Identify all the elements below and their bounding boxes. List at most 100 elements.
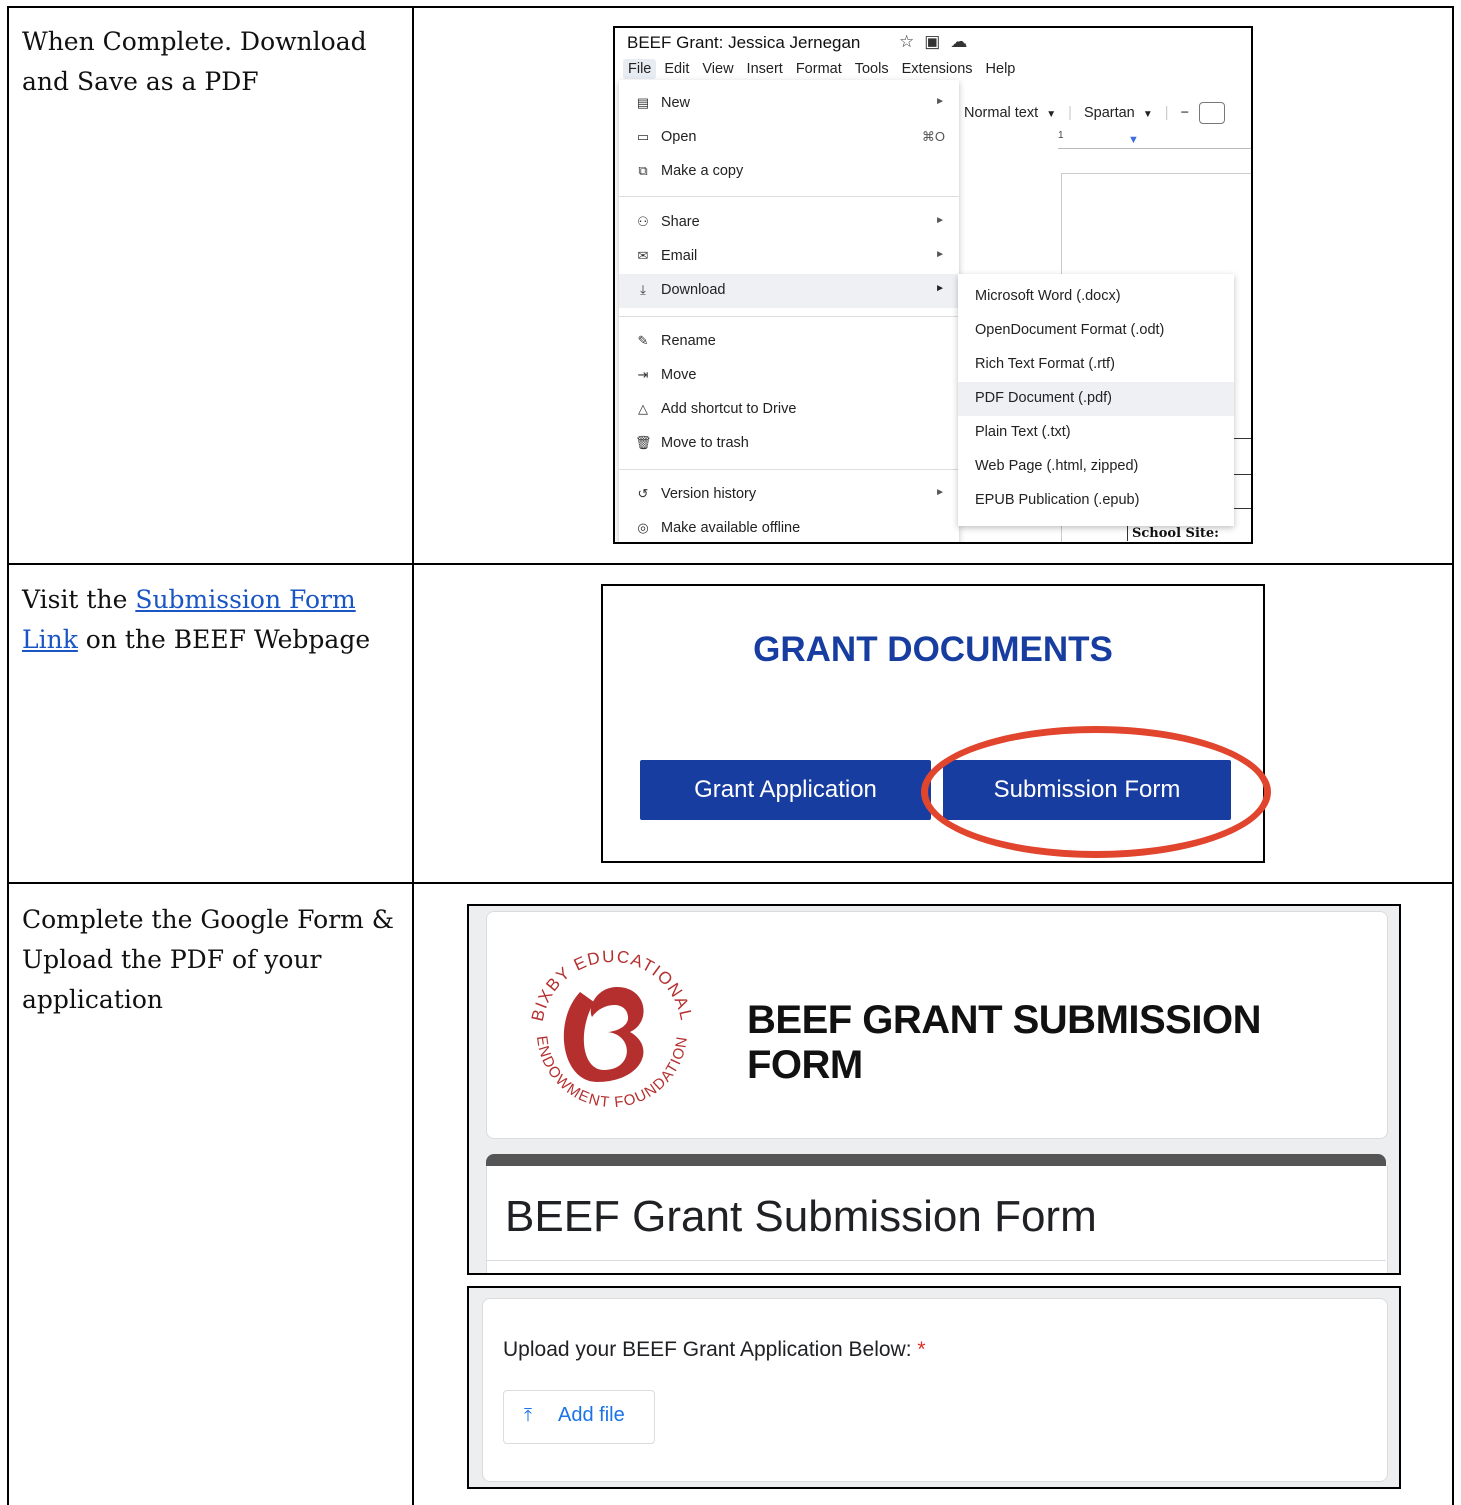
- grant-documents-screenshot: GRANT DOCUMENTS Grant Application Submis…: [601, 584, 1271, 863]
- menu-item-share[interactable]: ⚇ Share ►: [619, 206, 959, 240]
- menu-tools[interactable]: Tools: [855, 61, 889, 77]
- table-border-left: [7, 6, 9, 1505]
- beef-logo: BIXBY EDUCATIONAL ENDOWMENT FOUNDATION: [528, 947, 695, 1111]
- download-option-odt[interactable]: OpenDocument Format (.odt): [958, 314, 1234, 348]
- menu-item-new[interactable]: ▤ New ►: [619, 87, 959, 121]
- menu-item-label: Email: [661, 248, 698, 264]
- doc-title[interactable]: BEEF Grant: Jessica Jernegan: [627, 33, 860, 53]
- download-option-docx[interactable]: Microsoft Word (.docx): [958, 280, 1234, 314]
- add-file-button[interactable]: ⤒ Add file: [503, 1390, 655, 1444]
- menu-format[interactable]: Format: [796, 61, 842, 77]
- form-banner-card: BIXBY EDUCATIONAL ENDOWMENT FOUNDATION B…: [486, 911, 1388, 1139]
- star-icon[interactable]: ☆: [899, 32, 924, 51]
- menu-item-add-shortcut[interactable]: △ Add shortcut to Drive: [619, 393, 959, 427]
- menu-insert[interactable]: Insert: [747, 61, 783, 77]
- upload-question-label: Upload your BEEF Grant Application Below…: [503, 1338, 926, 1362]
- toolbar-divider: |: [1068, 104, 1072, 121]
- upload-label-text: Upload your BEEF Grant Application Below…: [503, 1338, 912, 1361]
- history-icon: ↺: [637, 486, 649, 501]
- menu-help[interactable]: Help: [986, 61, 1016, 77]
- menu-divider: [619, 316, 959, 317]
- menu-edit[interactable]: Edit: [664, 61, 689, 77]
- download-option-label: PDF Document (.pdf): [975, 390, 1112, 406]
- file-menu: ▤ New ► ▭ Open ⌘O ⧉ Make a copy ⚇ Share ► ✉ Emai…: [619, 80, 959, 542]
- menu-shortcut: ⌘O: [921, 129, 945, 144]
- upload-icon: ⤒: [524, 1405, 532, 1425]
- font-select[interactable]: Spartan ▼: [1084, 105, 1153, 121]
- download-option-pdf[interactable]: PDF Document (.pdf): [958, 382, 1234, 416]
- form-title-divider: [486, 1260, 1386, 1261]
- move-folder-icon[interactable]: ▣: [924, 32, 950, 51]
- download-option-rtf[interactable]: Rich Text Format (.rtf): [958, 348, 1234, 382]
- style-select-value: Normal text: [964, 104, 1039, 121]
- cloud-status-icon[interactable]: ☁: [950, 32, 977, 51]
- instruction-download: When Complete. Download and Save as a PD…: [22, 27, 367, 96]
- menu-item-move-to-trash[interactable]: 🗑 Move to trash: [619, 427, 959, 461]
- table-border-mid: [412, 6, 414, 1505]
- highlight-circle: [921, 726, 1271, 858]
- drive-shortcut-icon: △: [638, 401, 648, 416]
- add-file-label: Add file: [558, 1404, 625, 1426]
- submenu-arrow-icon: ►: [935, 215, 945, 226]
- menu-file[interactable]: File: [623, 59, 657, 79]
- menu-item-email[interactable]: ✉ Email ►: [619, 240, 959, 274]
- table-border-top: [7, 6, 1454, 8]
- share-icon: ⚇: [637, 214, 649, 229]
- menu-item-label: Download: [661, 282, 726, 298]
- menu-divider: [619, 469, 959, 470]
- menu-extensions[interactable]: Extensions: [902, 61, 973, 77]
- form-title: BEEF Grant Submission Form: [505, 1192, 1097, 1241]
- menu-item-label: Open: [661, 129, 697, 145]
- menu-item-label: New: [661, 95, 691, 111]
- font-select-value: Spartan: [1083, 104, 1135, 121]
- menu-item-make-a-copy[interactable]: ⧉ Make a copy: [619, 155, 959, 189]
- decrease-font-size-button[interactable]: −: [1181, 105, 1189, 121]
- menu-item-open[interactable]: ▭ Open ⌘O: [619, 121, 959, 155]
- instruction-complete-form: Complete the Google Form & Upload the PD…: [22, 905, 395, 1014]
- download-submenu: Microsoft Word (.docx) OpenDocument Form…: [958, 274, 1234, 526]
- menu-item-version-history[interactable]: ↺ Version history ►: [619, 478, 959, 512]
- download-option-label: EPUB Publication (.epub): [975, 492, 1140, 508]
- menu-view[interactable]: View: [702, 61, 733, 77]
- download-option-html[interactable]: Web Page (.html, zipped): [958, 450, 1234, 484]
- download-option-txt[interactable]: Plain Text (.txt): [958, 416, 1234, 450]
- toolbar-divider: |: [1164, 104, 1169, 121]
- menu-item-download[interactable]: ⤓ Download ►: [619, 274, 959, 308]
- rename-icon: ✎: [637, 333, 649, 348]
- menu-item-move[interactable]: ⇥ Move: [619, 359, 959, 393]
- menu-item-label: Add shortcut to Drive: [661, 401, 797, 417]
- indent-marker-icon[interactable]: ▼: [1128, 134, 1139, 146]
- menu-item-label: Share: [661, 214, 700, 230]
- menu-item-label: Move to trash: [661, 435, 749, 451]
- grant-application-button[interactable]: Grant Application: [640, 760, 931, 820]
- doc-table-line: [1231, 438, 1251, 439]
- title-icons: ☆▣☁: [899, 32, 977, 52]
- submenu-arrow-icon: ►: [935, 96, 945, 107]
- menu-item-make-offline[interactable]: ◎ Make available offline: [619, 512, 959, 542]
- form-header-screenshot: BIXBY EDUCATIONAL ENDOWMENT FOUNDATION B…: [467, 904, 1401, 1275]
- download-option-label: OpenDocument Format (.odt): [975, 322, 1165, 338]
- chevron-down-icon: ▼: [1046, 108, 1057, 120]
- menu-item-label: Make available offline: [661, 520, 801, 536]
- doc-table-line: [1231, 474, 1251, 475]
- instruction-visit-prefix: Visit the: [22, 585, 136, 614]
- ruler[interactable]: 1 ▼: [1058, 130, 1251, 149]
- school-site-label: School Site:: [1127, 526, 1219, 541]
- docs-screenshot: BEEF Grant: Jessica Jernegan ☆▣☁ File Edi…: [613, 26, 1253, 544]
- grant-documents-heading: GRANT DOCUMENTS: [753, 630, 1113, 669]
- table-border-row1: [7, 563, 1454, 565]
- menu-item-rename[interactable]: ✎ Rename: [619, 325, 959, 359]
- logo-b-mark: [563, 987, 644, 1082]
- table-border-row2: [7, 882, 1454, 884]
- font-size-field[interactable]: [1199, 102, 1226, 124]
- style-select[interactable]: Normal text ▼: [964, 105, 1056, 121]
- submenu-arrow-icon: ►: [935, 283, 945, 294]
- download-option-epub[interactable]: EPUB Publication (.epub): [958, 484, 1234, 518]
- menu-item-label: Version history: [661, 486, 757, 502]
- instruction-visit: Visit the Submission Form Link on the BE…: [22, 580, 402, 660]
- copy-icon: ⧉: [638, 163, 648, 178]
- move-icon: ⇥: [637, 367, 649, 382]
- chevron-down-icon: ▼: [1142, 108, 1153, 120]
- form-banner-title: BEEF GRANT SUBMISSION FORM: [747, 998, 1261, 1087]
- download-option-label: Rich Text Format (.rtf): [975, 356, 1115, 372]
